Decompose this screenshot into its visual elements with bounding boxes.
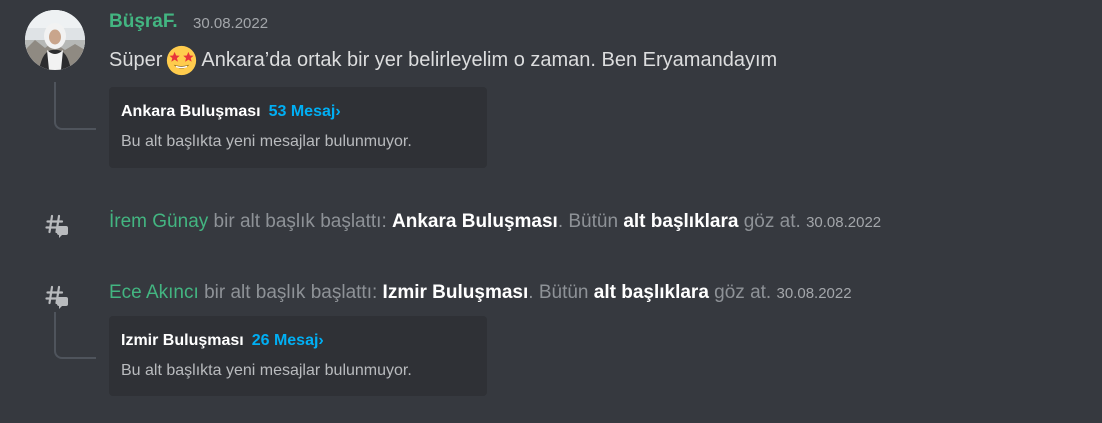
thread-hash-icon xyxy=(45,214,68,238)
system-middle-text: . Bütün xyxy=(528,282,589,303)
system-thread-link[interactable]: Ankara Buluşması xyxy=(392,211,558,232)
message-text-after: Ankara’da ortak bir yer belirleyelim o z… xyxy=(201,49,778,71)
thread-message-count[interactable]: 53 Mesaj› xyxy=(269,103,341,120)
thread-hash-icon xyxy=(45,285,68,309)
thread-name: Ankara Buluşması xyxy=(121,103,261,120)
system-thread-created: İrem Günay bir alt başlık başlattı: Anka… xyxy=(109,211,881,233)
all-threads-link[interactable]: alt başlıklara xyxy=(623,211,738,232)
thread-title-row: Ankara Buluşması 53 Mesaj› xyxy=(121,103,341,121)
thread-title-row: Izmir Buluşması 26 Mesaj› xyxy=(121,332,324,350)
thread-connector xyxy=(54,82,96,130)
system-action: bir alt başlık başlattı: xyxy=(213,211,387,232)
all-threads-link[interactable]: alt başlıklara xyxy=(594,282,709,303)
system-middle-text: . Bütün xyxy=(557,211,619,232)
thread-card-izmir[interactable]: Izmir Buluşması 26 Mesaj› Bu alt başlıkta… xyxy=(109,316,487,396)
message-text-before: Süper xyxy=(109,49,163,71)
star-struck-emoji-icon xyxy=(167,45,197,76)
thread-connector xyxy=(54,312,96,359)
thread-message-count[interactable]: 26 Mesaj› xyxy=(252,332,324,349)
thread-name: Izmir Buluşması xyxy=(121,332,244,349)
system-user[interactable]: İrem Günay xyxy=(109,211,208,232)
system-user[interactable]: Ece Akıncı xyxy=(109,282,199,303)
system-tail-text: göz at. xyxy=(714,282,772,303)
system-timestamp: 30.08.2022 xyxy=(806,214,882,231)
system-tail-text: göz at. xyxy=(743,211,801,232)
avatar[interactable] xyxy=(25,10,85,70)
system-timestamp: 30.08.2022 xyxy=(776,285,852,302)
thread-status: Bu alt başlıkta yeni mesajlar bulunmuyor… xyxy=(121,133,412,150)
system-action: bir alt başlık başlattı: xyxy=(204,282,378,303)
message-content: Süper Ankara’da ortak bir yer belirleyel… xyxy=(109,45,777,76)
system-thread-created: Ece Akıncı bir alt başlık başlattı: Izmi… xyxy=(109,282,852,304)
thread-status: Bu alt başlıkta yeni mesajlar bulunmuyor… xyxy=(121,362,412,379)
system-thread-link[interactable]: Izmir Buluşması xyxy=(383,282,529,303)
chat-log: BüşraF. 30.08.2022 Süper Ankara’da ortak… xyxy=(0,0,1102,423)
message-timestamp: 30.08.2022 xyxy=(193,15,269,32)
message-author[interactable]: BüşraF. xyxy=(109,11,178,33)
thread-card-ankara[interactable]: Ankara Buluşması 53 Mesaj› Bu alt başlıkt… xyxy=(109,87,487,168)
user-photo-icon xyxy=(25,10,85,70)
